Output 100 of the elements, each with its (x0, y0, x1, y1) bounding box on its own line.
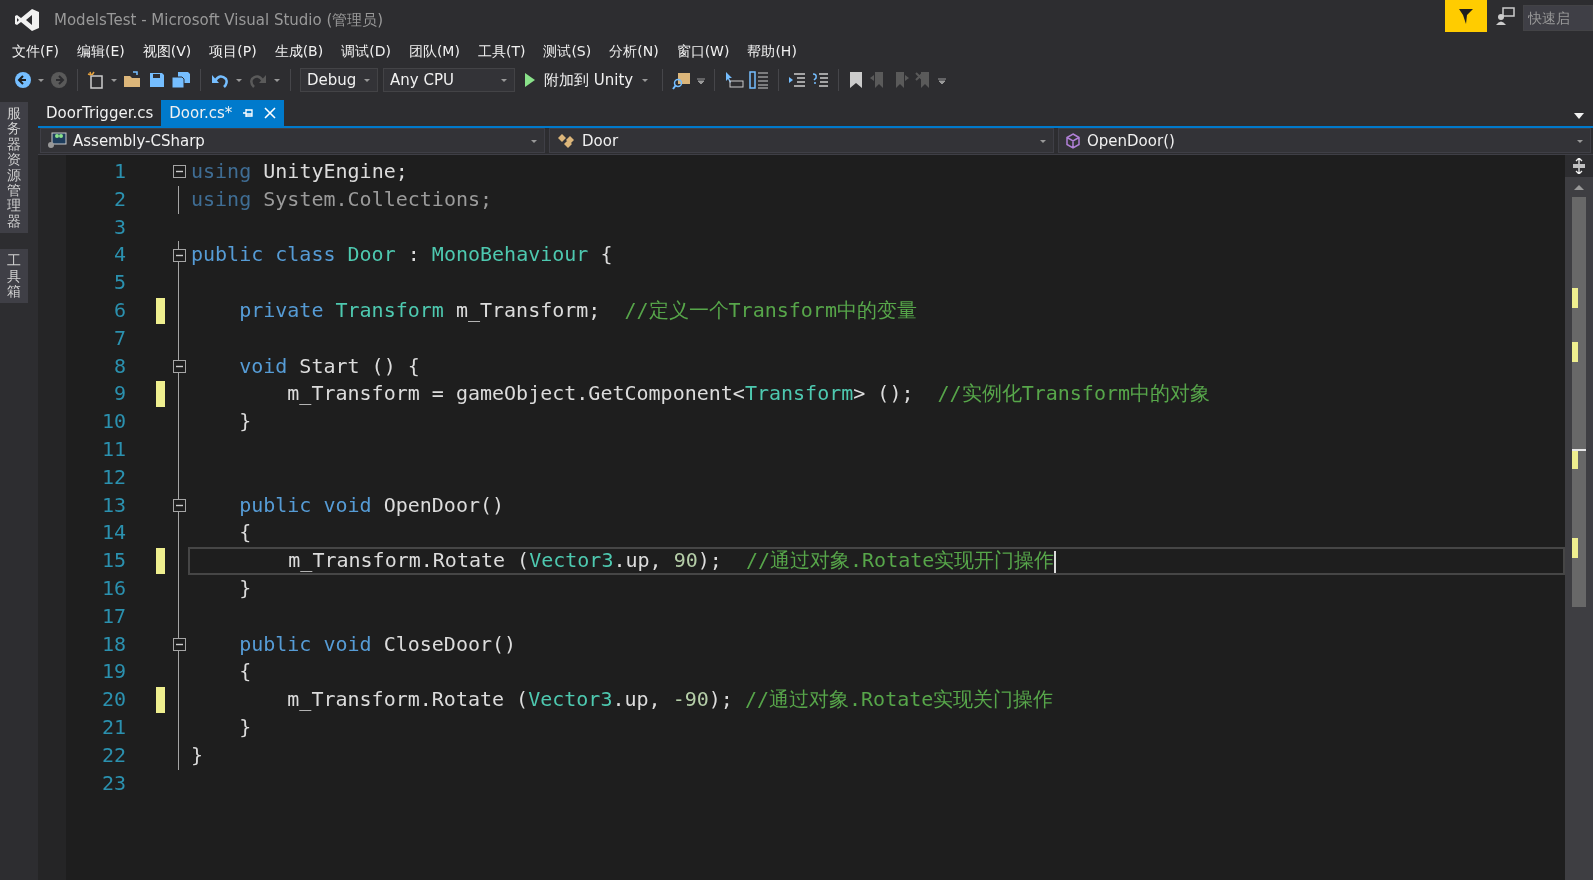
collapse-toggle[interactable] (172, 165, 186, 179)
save-icon[interactable] (148, 71, 166, 89)
code-line: } (238, 574, 253, 602)
document-tab[interactable]: DoorTrigger.cs (38, 100, 162, 126)
line-number: 15 (100, 547, 126, 575)
line-number: 22 (100, 741, 126, 769)
project-icon (47, 131, 67, 150)
side-panel-tab[interactable]: 服务器资源管理器 (0, 102, 28, 234)
caret-icon (500, 76, 508, 84)
code-line: m_Transform.Rotate (Vector3.up, -90); //通过对象.Rotate实现关门操作 (286, 686, 1055, 714)
close-icon[interactable] (264, 107, 277, 119)
line-number: 2 (112, 185, 126, 213)
tab-overflow-icon[interactable] (1573, 112, 1585, 120)
line-number: 20 (100, 686, 126, 714)
code-line: void Start () { (238, 352, 421, 380)
project-dropdown[interactable]: Assembly-CSharp (40, 128, 545, 153)
line-number: 19 (100, 658, 126, 686)
new-project-icon[interactable] (87, 71, 105, 89)
menu-item[interactable]: 窗口(W) (670, 43, 742, 61)
line-number: 21 (100, 713, 126, 741)
line-number: 1 (112, 158, 126, 185)
menu-item[interactable]: 调试(D) (335, 43, 403, 61)
split-icon (1572, 158, 1586, 174)
caret-icon (641, 76, 650, 84)
method-icon (1065, 132, 1081, 149)
caret-icon[interactable] (110, 76, 118, 84)
menu-item[interactable]: 团队(M) (402, 43, 472, 61)
configuration-dropdown[interactable]: Debug (300, 68, 378, 92)
caret-icon[interactable] (235, 76, 243, 84)
line-number: 17 (100, 602, 126, 630)
line-number: 23 (100, 769, 126, 797)
feedback-button[interactable] (1445, 0, 1487, 32)
collapse-toggle[interactable] (172, 248, 186, 262)
line-number: 5 (112, 269, 126, 297)
app-logo-icon (14, 8, 40, 32)
type-dropdown[interactable]: Door (549, 128, 1054, 153)
code-line: public class Door : MonoBehaviour { (190, 241, 614, 269)
code-line: m_Transform = gameObject.GetComponent<Transform> (); //实例化Transform中的对象 (286, 380, 1211, 408)
line-number: 16 (100, 574, 126, 602)
scroll-up-icon[interactable] (1573, 183, 1585, 191)
window-title: ModelsTest - Microsoft Visual Studio (管理员) (54, 10, 385, 30)
code-line: } (238, 408, 253, 436)
line-number: 11 (100, 435, 126, 463)
member-dropdown[interactable]: OpenDoor() (1058, 128, 1591, 153)
save-all-icon[interactable] (171, 71, 191, 89)
class-icon (556, 131, 576, 150)
code-line: public void CloseDoor() (238, 630, 518, 658)
menu-item[interactable]: 分析(N) (603, 43, 671, 61)
platform-dropdown[interactable]: Any CPU (383, 68, 515, 92)
menu-item[interactable]: 测试(S) (537, 43, 604, 61)
line-number: 18 (100, 630, 126, 658)
menu-item[interactable]: 项目(P) (203, 43, 269, 61)
flag-icon (1457, 7, 1475, 25)
code-line: } (238, 713, 253, 741)
collapse-toggle[interactable] (172, 359, 186, 373)
open-folder-icon[interactable] (123, 71, 143, 89)
bookmark-icon[interactable] (848, 71, 865, 89)
menu-item[interactable]: 编辑(E) (71, 43, 137, 61)
line-number: 10 (100, 408, 126, 436)
scrollbar-thumb[interactable] (1572, 197, 1586, 607)
menu-item[interactable]: 帮助(H) (741, 43, 809, 61)
menu-item[interactable]: 工具(T) (471, 43, 538, 61)
text-cursor (1054, 550, 1057, 573)
line-number: 12 (100, 463, 126, 491)
line-number: 3 (112, 213, 126, 241)
panel-list-icon[interactable] (749, 70, 770, 90)
menu-item[interactable]: 视图(V) (136, 43, 204, 61)
line-number: 7 (112, 324, 126, 352)
outdent-icon[interactable] (788, 71, 807, 89)
pointer-icon[interactable] (724, 71, 745, 89)
run-button[interactable]: 附加到 Unity (520, 70, 654, 90)
menu-item[interactable]: 文件(F) (6, 43, 71, 61)
overflow-caret-icon[interactable] (697, 75, 706, 85)
line-number: 4 (112, 241, 126, 269)
menu-item[interactable]: 生成(B) (268, 43, 336, 61)
caret-icon[interactable] (37, 76, 45, 84)
pin-icon[interactable] (242, 107, 255, 119)
code-line: } (190, 741, 205, 769)
code-line: private Transform m_Transform; //定义一个Transform中的变量 (238, 297, 918, 324)
document-tab[interactable]: Door.cs* (161, 100, 285, 126)
collapse-toggle[interactable] (172, 498, 186, 512)
code-line: using UnityEngine; (190, 158, 409, 185)
line-number: 9 (112, 380, 126, 408)
overflow-caret-icon[interactable] (938, 75, 947, 85)
caret-icon (363, 76, 371, 84)
back-icon[interactable] (14, 71, 32, 89)
code-line: { (238, 519, 253, 547)
split-button[interactable] (1565, 155, 1593, 177)
line-number: 6 (112, 297, 126, 324)
indent-icon[interactable] (811, 71, 830, 89)
play-icon (524, 72, 536, 88)
find-in-files-icon[interactable] (672, 70, 693, 90)
account-icon[interactable] (1495, 6, 1515, 26)
quick-launch-field[interactable]: 快速启 (1523, 5, 1593, 31)
code-line: { (238, 658, 253, 686)
line-number: 14 (100, 519, 126, 547)
side-panel-tab[interactable]: 工具箱 (0, 249, 28, 304)
caret-icon[interactable] (273, 76, 281, 84)
line-number: 8 (112, 352, 126, 380)
collapse-toggle[interactable] (172, 637, 186, 651)
